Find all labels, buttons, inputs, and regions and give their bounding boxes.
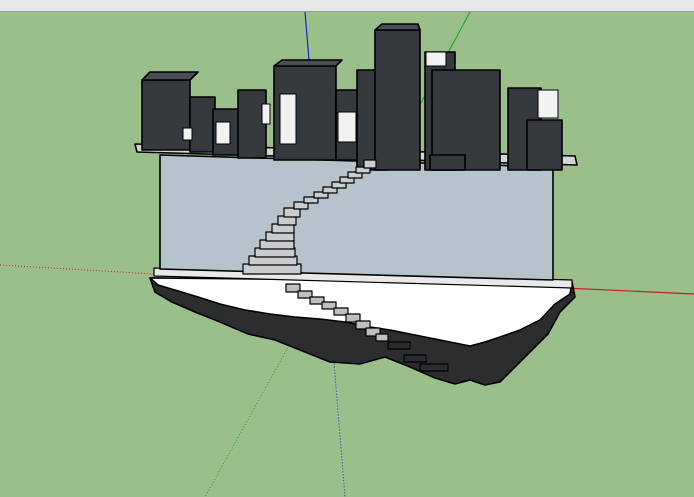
toolbar-strip [0,0,694,12]
building-8 [374,29,421,171]
stair-step [363,159,377,169]
stair-step [419,363,449,372]
highlight-7 [537,89,559,119]
building-8-top [374,23,421,31]
building-1-top [141,71,199,81]
highlight-5 [337,111,357,143]
highlight-2 [215,121,231,145]
building-2 [189,96,216,153]
highlight-6 [425,51,447,67]
highlight-1 [182,127,193,141]
highlight-3 [261,103,271,125]
3d-viewport[interactable] [0,12,694,497]
building-5-top [273,59,343,67]
highlight-4 [279,93,297,145]
stair-step [375,333,389,342]
sketchup-window [0,0,694,497]
stair-step [403,354,427,363]
stair-step [387,341,411,350]
building-12 [526,119,563,171]
building-13 [429,154,466,171]
